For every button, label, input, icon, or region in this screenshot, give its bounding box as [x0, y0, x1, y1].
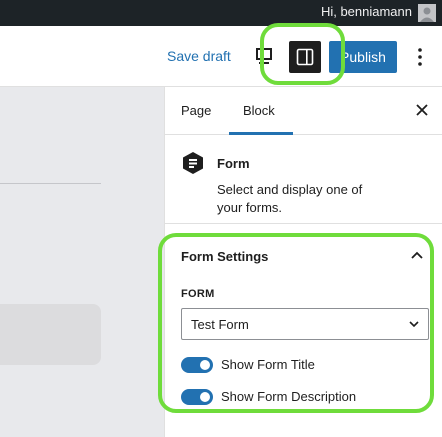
block-name: Form	[217, 156, 250, 171]
form-block-icon	[183, 152, 203, 174]
tab-block[interactable]: Block	[243, 103, 275, 118]
separator-line	[0, 183, 101, 184]
editor-header: Save draft Publish	[0, 26, 442, 87]
admin-bar: Hi, benniamann	[0, 0, 442, 26]
avatar-icon[interactable]	[418, 4, 436, 22]
editor-canvas[interactable]	[0, 87, 164, 437]
more-options-icon[interactable]	[412, 46, 428, 68]
admin-greeting[interactable]: Hi, benniamann	[321, 4, 412, 19]
sidebar-tabs: Page Block	[165, 87, 442, 135]
highlight-settings-button	[260, 23, 345, 85]
save-draft-button[interactable]: Save draft	[167, 48, 231, 64]
content-block-placeholder[interactable]	[0, 304, 101, 365]
close-icon[interactable]	[415, 103, 429, 117]
block-description: Select and display one of your forms.	[217, 182, 363, 215]
tab-page[interactable]: Page	[181, 103, 211, 118]
highlight-form-settings	[158, 233, 434, 413]
block-card: Form Select and display one of your form…	[165, 135, 442, 224]
